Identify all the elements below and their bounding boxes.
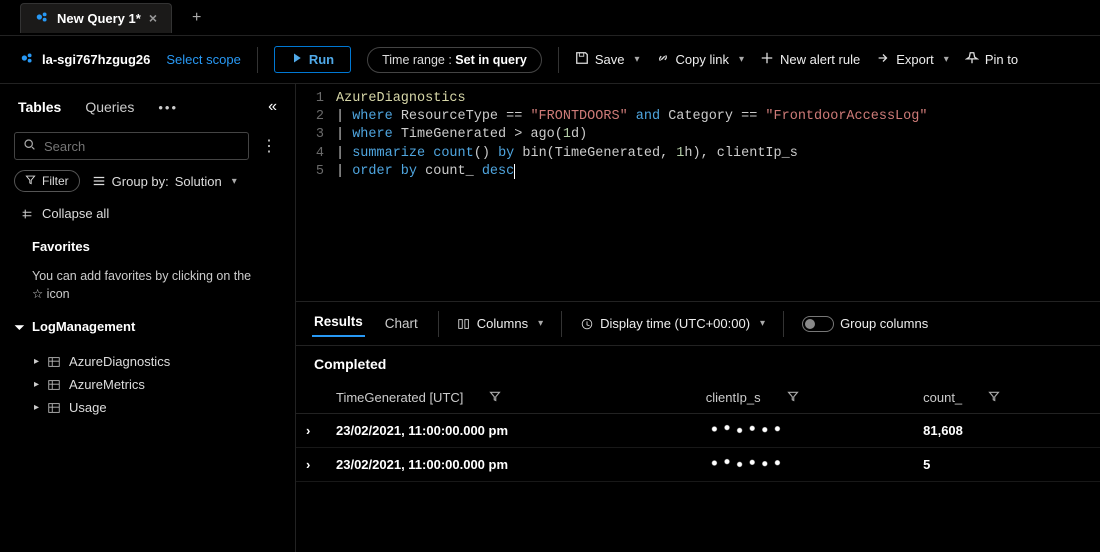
link-icon (656, 51, 670, 68)
play-icon (291, 52, 303, 67)
columns-label: Columns (477, 316, 528, 331)
save-icon (575, 51, 589, 68)
save-button[interactable]: Save (575, 51, 640, 68)
copy-link-label: Copy link (676, 52, 729, 67)
filter-label: Filter (42, 174, 69, 188)
plus-icon (760, 51, 774, 68)
cell-count: 81,608 (913, 414, 1100, 448)
favorites-hint: You can add favorites by clicking on the… (14, 268, 281, 303)
filter-chip[interactable]: Filter (14, 170, 80, 192)
workspace-icon (20, 51, 34, 68)
group-columns-label: Group columns (840, 316, 928, 331)
query-editor[interactable]: 1AzureDiagnostics2| where ResourceType =… (296, 84, 1100, 181)
time-range-pill[interactable]: Time range : Set in query (367, 47, 542, 73)
export-label: Export (896, 52, 934, 67)
collapse-all-label: Collapse all (42, 206, 109, 221)
display-time-button[interactable]: Display time (UTC+00:00) (580, 316, 765, 331)
column-header[interactable]: count_ (913, 382, 1100, 414)
toggle-switch[interactable] (802, 316, 834, 332)
select-scope-link[interactable]: Select scope (166, 52, 240, 67)
copy-link-button[interactable]: Copy link (656, 51, 745, 68)
query-tab-title: New Query 1* (57, 11, 141, 26)
sidebar-search-more[interactable]: ⋮ (257, 136, 281, 156)
tree-item-azurediagnostics[interactable]: AzureDiagnostics (14, 350, 281, 373)
search-icon (23, 138, 36, 154)
new-alert-label: New alert rule (780, 52, 860, 67)
workspace-name: la-sgi767hzgug26 (42, 52, 150, 67)
columns-button[interactable]: Columns (457, 316, 543, 331)
cell-ip (696, 414, 913, 448)
group-by-value: Solution (175, 174, 222, 189)
display-time-label: Display time (UTC+00:00) (600, 316, 750, 331)
query-tab-active[interactable]: New Query 1* × (20, 3, 172, 33)
group-by-dropdown[interactable]: Group by: Solution (92, 174, 237, 189)
main-toolbar: la-sgi767hzgug26 Select scope Run Time r… (0, 36, 1100, 84)
filter-icon[interactable] (489, 390, 501, 405)
sidebar-tab-queries[interactable]: Queries (85, 99, 134, 115)
filter-icon (25, 174, 36, 188)
divider (558, 47, 559, 73)
sidebar: Tables Queries ••• « ⋮ Filter Group by: … (0, 84, 296, 552)
expand-row-icon[interactable]: › (296, 414, 326, 448)
query-status: Completed (296, 346, 1100, 382)
pin-button[interactable]: Pin to (965, 51, 1018, 68)
collapse-all-link[interactable]: Collapse all (14, 202, 281, 225)
table-row[interactable]: ›23/02/2021, 11:00:00.000 pm 5 (296, 448, 1100, 482)
divider (438, 311, 439, 337)
tree-item-usage[interactable]: Usage (14, 396, 281, 419)
cell-time: 23/02/2021, 11:00:00.000 pm (326, 448, 696, 482)
run-label: Run (309, 52, 334, 67)
redacted-ip (706, 456, 790, 470)
column-header[interactable]: TimeGenerated [UTC] (326, 382, 696, 414)
group-by-label: Group by: (112, 174, 169, 189)
cell-count: 5 (913, 448, 1100, 482)
results-toolbar: Results Chart Columns Display time (UTC+… (296, 301, 1100, 346)
cell-ip (696, 448, 913, 482)
table-row[interactable]: ›23/02/2021, 11:00:00.000 pm 81,608 (296, 414, 1100, 448)
save-label: Save (595, 52, 625, 67)
export-icon (876, 51, 890, 68)
collapse-sidebar-icon[interactable]: « (268, 98, 277, 116)
group-columns-toggle[interactable]: Group columns (802, 316, 928, 332)
tree-category-label: LogManagement (32, 319, 135, 334)
export-button[interactable]: Export (876, 51, 949, 68)
column-header[interactable]: clientIp_s (696, 382, 913, 414)
filter-icon[interactable] (787, 390, 799, 405)
run-button[interactable]: Run (274, 46, 351, 73)
pin-icon (965, 51, 979, 68)
tree-item-azuremetrics[interactable]: AzureMetrics (14, 373, 281, 396)
sidebar-more-button[interactable]: ••• (158, 100, 178, 115)
favorites-heading: Favorites (14, 235, 281, 258)
new-alert-button[interactable]: New alert rule (760, 51, 860, 68)
cell-time: 23/02/2021, 11:00:00.000 pm (326, 414, 696, 448)
workspace-scope[interactable]: la-sgi767hzgug26 (20, 51, 150, 68)
close-icon[interactable]: × (149, 10, 157, 26)
search-input[interactable] (44, 139, 240, 154)
sidebar-search[interactable] (14, 132, 249, 160)
time-range-label: Time range : (382, 53, 452, 67)
query-tab-icon (35, 10, 49, 27)
divider (257, 47, 258, 73)
time-range-value: Set in query (455, 53, 527, 67)
divider (783, 311, 784, 337)
divider (561, 311, 562, 337)
workarea: 1AzureDiagnostics2| where ResourceType =… (296, 84, 1100, 552)
new-tab-button[interactable]: + (184, 5, 209, 31)
redacted-ip (706, 422, 790, 436)
tree-category-logmanagement[interactable]: LogManagement (14, 313, 281, 340)
query-tabstrip: New Query 1* × + (0, 0, 1100, 36)
sidebar-tab-tables[interactable]: Tables (18, 99, 61, 115)
results-table: TimeGenerated [UTC]clientIp_scount_ ›23/… (296, 382, 1100, 482)
results-tab-chart[interactable]: Chart (383, 312, 420, 335)
pin-label: Pin to (985, 52, 1018, 67)
expand-row-icon[interactable]: › (296, 448, 326, 482)
filter-icon[interactable] (988, 390, 1000, 405)
results-tab-results[interactable]: Results (312, 310, 365, 337)
